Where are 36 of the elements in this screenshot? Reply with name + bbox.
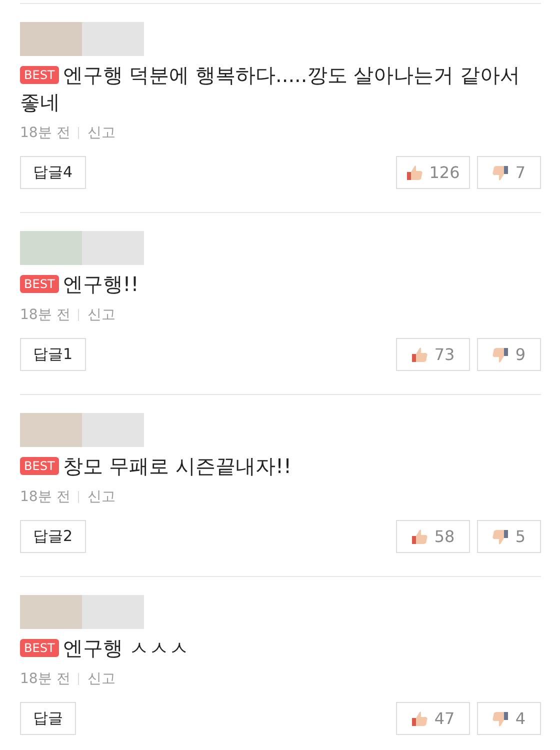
timestamp: 18분 전	[20, 488, 70, 506]
thumbs-up-icon	[411, 346, 428, 362]
like-button[interactable]: 58	[396, 520, 470, 553]
comment-text: BEST 엔구행 ㅅㅅㅅ	[20, 635, 541, 662]
report-link[interactable]: 신고	[87, 124, 116, 142]
like-button[interactable]: 73	[396, 338, 470, 371]
comment-text: BEST 엔구행 덕분에 행복하다.....깡도 살아나는거 같아서 좋네	[20, 62, 521, 116]
dislike-button[interactable]: 4	[477, 702, 541, 735]
timestamp: 18분 전	[20, 670, 70, 688]
reply-button[interactable]: 답글1	[20, 338, 86, 371]
thumbs-down-icon	[492, 164, 510, 180]
thumbs-down-icon	[492, 346, 510, 362]
report-link[interactable]: 신고	[87, 488, 116, 506]
thumbs-up-icon	[411, 710, 428, 726]
report-link[interactable]: 신고	[87, 670, 116, 688]
best-badge: BEST	[20, 457, 59, 475]
thumbs-up-icon	[411, 528, 428, 544]
thumbs-down-icon	[492, 528, 510, 544]
timestamp: 18분 전	[20, 124, 70, 142]
report-link[interactable]: 신고	[87, 306, 116, 324]
dislike-button[interactable]: 9	[477, 338, 541, 371]
dislike-button[interactable]: 5	[477, 520, 541, 553]
best-badge: BEST	[20, 639, 59, 657]
like-button[interactable]: 126	[396, 156, 470, 189]
comment-text: BEST 창모 무패로 시즌끝내자!!	[20, 453, 541, 480]
dislike-button[interactable]: 7	[477, 156, 541, 189]
best-badge: BEST	[20, 66, 59, 84]
timestamp: 18분 전	[20, 306, 70, 324]
reply-button[interactable]: 답글2	[20, 520, 86, 553]
best-badge: BEST	[20, 275, 59, 293]
thumbs-up-icon	[406, 164, 424, 180]
thumbs-down-icon	[492, 710, 510, 726]
comment-text: BEST 엔구행!!	[20, 271, 541, 298]
reply-button[interactable]: 답글4	[20, 156, 86, 189]
like-button[interactable]: 47	[396, 702, 470, 735]
reply-button[interactable]: 답글	[20, 702, 76, 735]
